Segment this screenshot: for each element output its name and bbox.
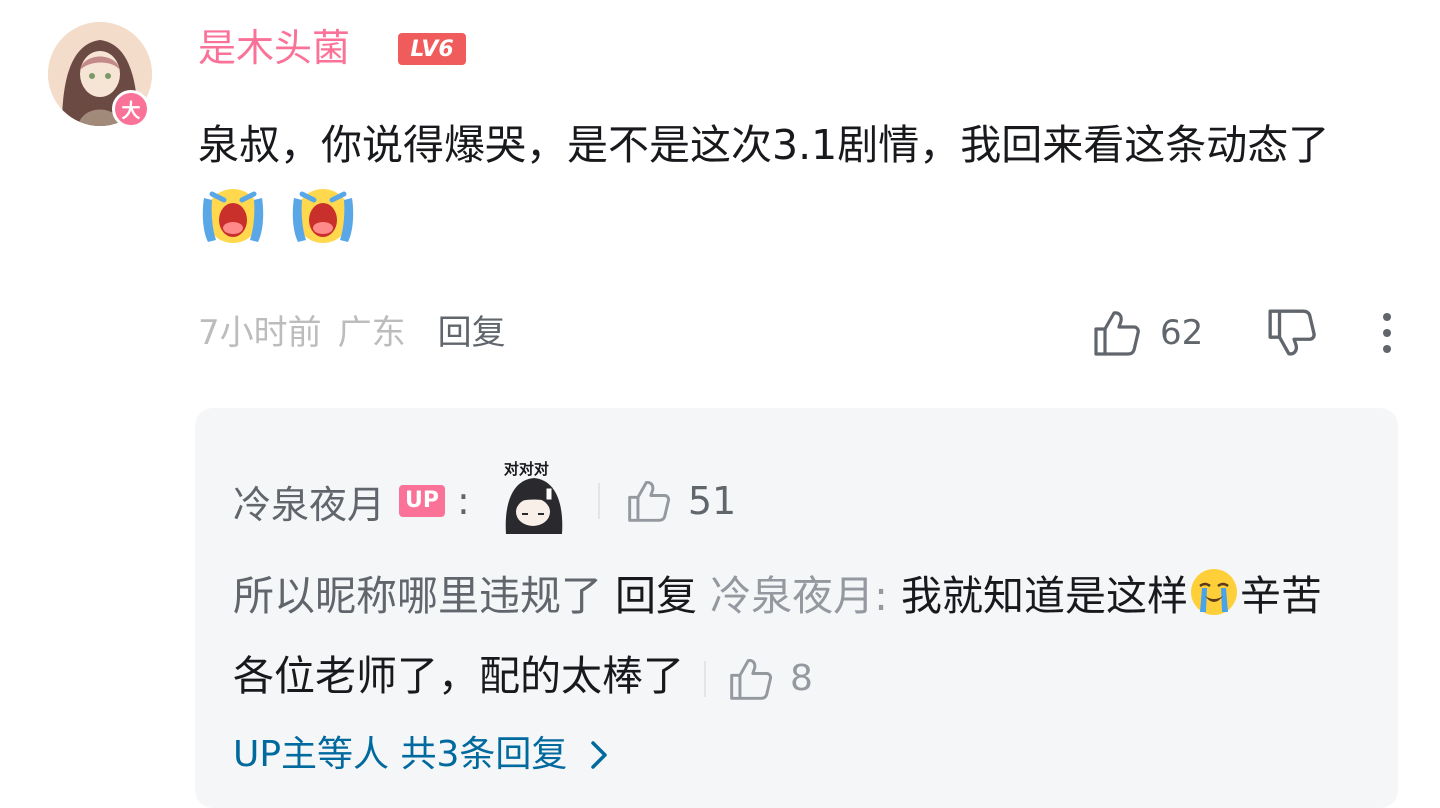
reply-text-a: 我就知道是这样	[900, 572, 1188, 620]
reply-colon: :	[457, 479, 470, 523]
reply-user-text[interactable]: 所以昵称哪里违规了	[233, 572, 602, 620]
vip-badge: 大	[112, 90, 150, 128]
chevron-right-icon	[591, 741, 608, 769]
more-icon	[1383, 313, 1391, 353]
like-button[interactable]: 62	[1092, 305, 1203, 361]
sticker: 对对对	[496, 460, 570, 538]
comment-time: 7小时前	[198, 313, 322, 353]
comment-meta: 7小时前 广东 回复	[198, 305, 506, 361]
thumbs-up-icon[interactable]	[626, 478, 672, 524]
crying-emoji	[202, 189, 264, 243]
more-button[interactable]	[1370, 305, 1404, 361]
username[interactable]: 是木头菌	[198, 24, 350, 72]
reply-button[interactable]: 回复	[438, 313, 506, 353]
reply-like-button[interactable]: 8	[728, 639, 813, 719]
reply-item[interactable]: 冷泉夜月 UP : 对对对 51	[233, 460, 737, 534]
comment-location: 广东	[337, 313, 406, 353]
sticker-text: 对对对	[503, 460, 549, 478]
sob-emoji	[1190, 569, 1237, 615]
reply-item[interactable]: 所以昵称哪里违规了 回复 冷泉夜月: 我就知道是这样 辛苦各位老师了，配的太棒了…	[233, 556, 1343, 719]
like-count: 62	[1160, 313, 1204, 353]
divider	[597, 483, 600, 519]
reply-word: 回复	[615, 572, 698, 620]
replies-panel[interactable]: 冷泉夜月 UP : 对对对 51 所以昵称哪里违规了 回复 冷泉夜月: 我就知道…	[195, 408, 1398, 808]
view-more-replies[interactable]: UP主等人 共3条回复	[233, 730, 613, 780]
reply-target[interactable]: 冷泉夜月:	[710, 572, 888, 620]
reply-user[interactable]: 冷泉夜月	[233, 474, 385, 529]
reply-like-count: 8	[790, 658, 813, 699]
divider	[704, 661, 706, 697]
crying-emoji	[292, 189, 354, 243]
reply-like-count: 51	[687, 479, 737, 523]
thumbs-down-icon	[1268, 309, 1316, 356]
thumbs-up-icon	[1094, 311, 1140, 356]
thumbs-up-icon	[730, 658, 773, 700]
dislike-button[interactable]	[1266, 305, 1318, 361]
level-badge: LV6	[398, 33, 466, 65]
comment-text: 泉叔，你说得爆哭，是不是这次3.1剧情，我回来看这条动态了	[198, 110, 1408, 255]
view-more-label: UP主等人 共3条回复	[233, 734, 568, 775]
up-tag: UP	[399, 485, 446, 517]
